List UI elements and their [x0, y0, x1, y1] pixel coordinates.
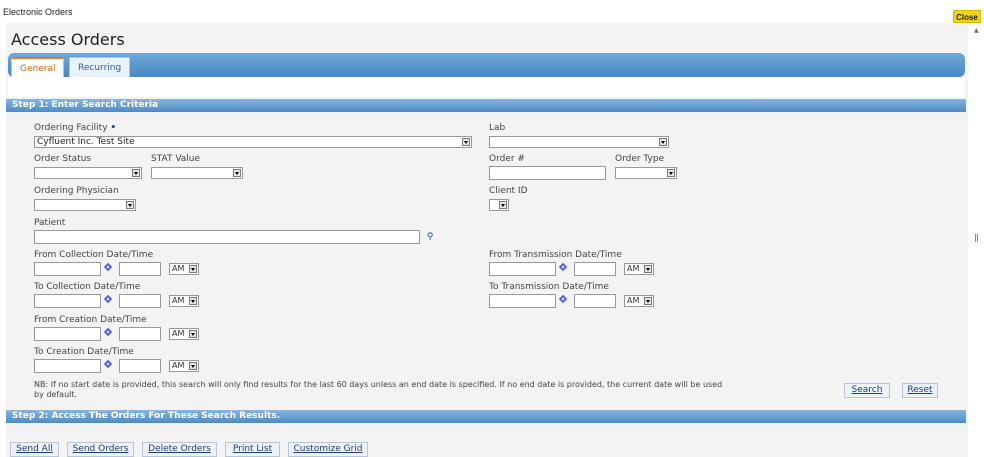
to-creation-date-input[interactable] [34, 359, 101, 373]
ordering-physician-select[interactable] [34, 199, 136, 211]
magnifier-icon[interactable]: ⚲ [422, 230, 438, 244]
calendar-icon[interactable] [104, 263, 114, 273]
calendar-icon[interactable] [104, 295, 114, 305]
ordering-facility-label-text: Ordering Facility [34, 123, 108, 133]
from-collection-label: From Collection Date/Time [34, 250, 154, 260]
page-title: Access Orders [11, 30, 125, 49]
chevron-down-icon [189, 265, 197, 273]
send-all-button[interactable]: Send All [10, 442, 59, 457]
delete-orders-button[interactable]: Delete Orders [142, 442, 217, 457]
from-collection-time-input[interactable] [119, 262, 161, 276]
to-transmission-ampm-select[interactable]: AM [624, 295, 654, 307]
tab-recurring[interactable]: Recurring [69, 57, 131, 77]
lab-select[interactable] [489, 136, 669, 148]
vertical-scrollbar[interactable]: ▲ [970, 23, 984, 457]
tab-general[interactable]: General [11, 57, 65, 77]
chevron-down-icon [189, 297, 197, 305]
chevron-down-icon [132, 169, 140, 177]
chevron-down-icon [189, 330, 197, 338]
to-transmission-time-input[interactable] [574, 294, 616, 308]
chevron-down-icon [644, 297, 652, 305]
to-transmission-date-input[interactable] [489, 294, 556, 308]
ampm-value: AM [172, 296, 185, 305]
to-creation-ampm-select[interactable]: AM [169, 360, 199, 372]
chevron-down-icon [499, 201, 507, 209]
order-type-select[interactable] [615, 167, 677, 179]
order-number-label: Order # [489, 154, 525, 164]
tab-bar: General Recurring [8, 53, 965, 77]
ordering-facility-label: Ordering Facility • [34, 123, 116, 133]
to-collection-ampm-select[interactable]: AM [169, 295, 199, 307]
stat-value-select[interactable] [151, 167, 243, 179]
to-creation-label: To Creation Date/Time [34, 347, 134, 357]
ampm-value: AM [172, 264, 185, 273]
from-transmission-label: From Transmission Date/Time [489, 250, 622, 260]
ampm-value: AM [627, 296, 640, 305]
send-orders-button[interactable]: Send Orders [67, 442, 134, 457]
scroll-thumb[interactable] [975, 234, 978, 242]
ampm-value: AM [172, 361, 185, 370]
calendar-icon[interactable] [104, 328, 114, 338]
ampm-value: AM [627, 264, 640, 273]
chevron-down-icon [644, 265, 652, 273]
from-creation-time-input[interactable] [119, 327, 161, 341]
to-collection-time-input[interactable] [119, 294, 161, 308]
order-status-select[interactable] [34, 167, 142, 179]
ordering-facility-select[interactable]: Cyfluent Inc. Test Site [34, 136, 472, 148]
to-collection-label: To Collection Date/Time [34, 282, 141, 292]
to-transmission-label: To Transmission Date/Time [489, 282, 609, 292]
calendar-icon[interactable] [104, 360, 114, 370]
patient-input[interactable] [34, 230, 420, 244]
chevron-down-icon [233, 169, 241, 177]
stat-value-label: STAT Value [151, 154, 201, 164]
order-status-label: Order Status [34, 154, 92, 164]
from-creation-date-input[interactable] [34, 327, 101, 341]
ordering-facility-value: Cyfluent Inc. Test Site [37, 137, 135, 147]
print-list-button[interactable]: Print List [225, 442, 280, 457]
from-creation-ampm-select[interactable]: AM [169, 328, 199, 340]
search-button[interactable]: Search [844, 383, 890, 398]
from-creation-label: From Creation Date/Time [34, 315, 147, 325]
main-content: Access Orders General Recurring Step 1: … [6, 23, 968, 457]
required-marker: • [110, 123, 117, 133]
lab-label: Lab [489, 123, 506, 133]
client-id-label: Client ID [489, 186, 528, 196]
chevron-down-icon [126, 201, 134, 209]
from-transmission-ampm-select[interactable]: AM [624, 263, 654, 275]
order-type-label: Order Type [615, 154, 665, 164]
ampm-value: AM [172, 329, 185, 338]
to-creation-time-input[interactable] [119, 359, 161, 373]
window-title: Electronic Orders [3, 7, 73, 17]
chevron-down-icon [189, 362, 197, 370]
close-button[interactable]: Close [953, 10, 981, 23]
tab-panel [8, 77, 965, 97]
chevron-down-icon [462, 138, 470, 146]
search-note: NB: If no start date is provided, this s… [34, 380, 723, 399]
client-id-select[interactable] [489, 199, 509, 211]
chevron-down-icon [659, 138, 667, 146]
step2-header: Step 2: Access The Orders For These Sear… [6, 410, 966, 423]
to-collection-date-input[interactable] [34, 294, 101, 308]
customize-grid-button[interactable]: Customize Grid [288, 442, 368, 457]
order-number-input[interactable] [489, 166, 606, 180]
from-transmission-time-input[interactable] [574, 262, 616, 276]
step1-header: Step 1: Enter Search Criteria [6, 99, 966, 112]
calendar-icon[interactable] [559, 263, 569, 273]
from-transmission-date-input[interactable] [489, 262, 556, 276]
reset-button[interactable]: Reset [902, 383, 938, 398]
ordering-physician-label: Ordering Physician [34, 186, 119, 196]
patient-label: Patient [34, 218, 66, 228]
scroll-up-arrow-icon[interactable]: ▲ [974, 27, 979, 34]
chevron-down-icon [667, 169, 675, 177]
from-collection-ampm-select[interactable]: AM [169, 263, 199, 275]
calendar-icon[interactable] [559, 295, 569, 305]
from-collection-date-input[interactable] [34, 262, 101, 276]
